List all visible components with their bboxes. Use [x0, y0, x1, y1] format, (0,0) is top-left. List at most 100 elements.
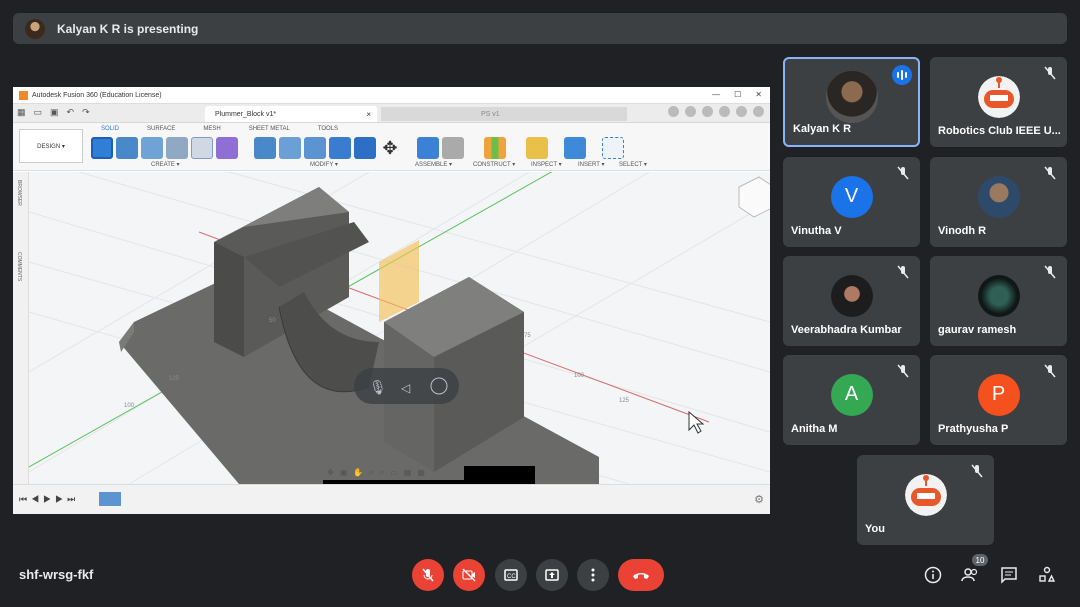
- new-component-icon[interactable]: [417, 137, 439, 159]
- presenting-banner: Kalyan K R is presenting: [13, 13, 1067, 44]
- group-inspect[interactable]: INSPECT ▾: [531, 161, 562, 168]
- chamfer-icon[interactable]: [304, 137, 326, 159]
- participant-tile[interactable]: gaurav ramesh: [930, 256, 1067, 346]
- redo-icon[interactable]: ↷: [82, 107, 90, 118]
- fillet-icon[interactable]: [279, 137, 301, 159]
- viewports-icon[interactable]: ▦: [417, 468, 425, 480]
- chat-button[interactable]: [999, 565, 1019, 585]
- undo-icon[interactable]: ↶: [67, 107, 75, 118]
- self-tile[interactable]: You: [857, 455, 994, 545]
- participant-tile[interactable]: V Vinutha V: [783, 157, 920, 247]
- chat-icon: [1001, 567, 1017, 584]
- fusion-titlebar: Autodesk Fusion 360 (Education License) …: [13, 87, 770, 104]
- insert-image-icon[interactable]: [564, 137, 586, 159]
- tab-close-icon[interactable]: ×: [366, 110, 371, 119]
- camera-toggle-button[interactable]: [453, 559, 485, 591]
- tab-solid[interactable]: SOLID: [101, 126, 119, 132]
- user-avatar-icon[interactable]: [753, 106, 764, 117]
- captions-icon: CC: [504, 569, 518, 581]
- 3d-viewport[interactable]: 100 125 50 75 100 125 🎙 ◁: [29, 172, 770, 484]
- minimize-icon[interactable]: —: [712, 90, 720, 99]
- save-icon[interactable]: ▣: [50, 107, 59, 118]
- zoom-icon[interactable]: ⌕: [369, 468, 373, 480]
- timeline-controls[interactable]: ⏮◀▶▶⏭: [19, 494, 79, 505]
- construct-plane-icon[interactable]: [484, 137, 506, 159]
- joint-icon[interactable]: [442, 137, 464, 159]
- file-icon[interactable]: ▭: [34, 107, 43, 118]
- tab-tools[interactable]: TOOLS: [318, 126, 338, 132]
- orbit-icon[interactable]: ✥: [327, 468, 334, 480]
- participant-tile[interactable]: A Anitha M: [783, 355, 920, 445]
- captions-button[interactable]: CC: [495, 559, 527, 591]
- dim-label: 100: [574, 373, 585, 379]
- participant-tile[interactable]: P Prathyusha P: [930, 355, 1067, 445]
- participant-tile[interactable]: Vinodh R: [930, 157, 1067, 247]
- present-icon: [545, 569, 559, 581]
- close-window-icon[interactable]: ✕: [755, 90, 762, 99]
- camera-off-icon: [462, 568, 476, 582]
- create-sketch-icon[interactable]: [91, 137, 113, 159]
- group-modify[interactable]: MODIFY ▾: [310, 161, 338, 168]
- tab-plummer-block[interactable]: Plummer_Block v1* ×: [205, 106, 377, 122]
- fit-icon[interactable]: ⌕: [380, 468, 384, 480]
- revolve-icon[interactable]: [141, 137, 163, 159]
- workspace-selector[interactable]: DESIGN ▾: [19, 129, 83, 163]
- group-construct[interactable]: CONSTRUCT ▾: [473, 161, 515, 168]
- help-icon[interactable]: [736, 106, 747, 117]
- timeline-feature-icon[interactable]: [99, 492, 121, 506]
- group-create[interactable]: CREATE ▾: [151, 161, 180, 168]
- speaking-indicator-icon: [892, 65, 912, 85]
- participant-tile[interactable]: Robotics Club IEEE U...: [930, 57, 1067, 147]
- grid-menu-icon[interactable]: ▦: [17, 107, 26, 118]
- group-select[interactable]: SELECT ▾: [619, 161, 647, 168]
- move-icon[interactable]: ✥: [379, 137, 401, 159]
- pan-icon[interactable]: ✋: [353, 468, 363, 480]
- fusion-logo-icon: [19, 90, 28, 100]
- shell-icon[interactable]: [329, 137, 351, 159]
- mic-off-icon: [1044, 166, 1056, 180]
- timeline-settings-icon[interactable]: ⚙: [754, 493, 764, 506]
- measure-icon[interactable]: [526, 137, 548, 159]
- participant-tile[interactable]: Veerabhadra Kumbar: [783, 256, 920, 346]
- form-icon[interactable]: [216, 137, 238, 159]
- browser-label[interactable]: BROWSER: [16, 180, 22, 206]
- display-settings-icon[interactable]: ▭: [390, 468, 398, 480]
- tab-surface[interactable]: SURFACE: [147, 126, 175, 132]
- extensions-icon[interactable]: [702, 106, 713, 117]
- extrude-icon[interactable]: [116, 137, 138, 159]
- look-at-icon[interactable]: ▣: [340, 468, 348, 480]
- meeting-details-button[interactable]: [923, 565, 943, 585]
- end-call-button[interactable]: [618, 559, 664, 591]
- more-options-button[interactable]: [577, 559, 609, 591]
- maximize-icon[interactable]: ☐: [734, 90, 741, 99]
- participant-name: gaurav ramesh: [938, 324, 1017, 336]
- participant-name: Robotics Club IEEE U...: [938, 125, 1061, 137]
- more-icon: [591, 568, 595, 582]
- press-pull-icon[interactable]: [254, 137, 276, 159]
- viewcube-icon[interactable]: [738, 176, 770, 218]
- tab-mesh[interactable]: MESH: [203, 126, 220, 132]
- box-select-icon[interactable]: [191, 137, 213, 159]
- viewport-canvas[interactable]: 100 125 50 75 100 125 🎙 ◁: [29, 172, 770, 484]
- combine-icon[interactable]: [354, 137, 376, 159]
- group-insert[interactable]: INSERT ▾: [578, 161, 604, 168]
- job-status-icon[interactable]: [685, 106, 696, 117]
- participant-tile[interactable]: Kalyan K R: [783, 57, 920, 147]
- shared-screen[interactable]: Autodesk Fusion 360 (Education License) …: [13, 87, 770, 514]
- comments-label[interactable]: COMMENTS: [16, 252, 22, 281]
- grid-settings-icon[interactable]: ▦: [404, 468, 412, 480]
- hole-icon[interactable]: [166, 137, 188, 159]
- add-tab-icon[interactable]: [668, 106, 679, 117]
- notification-icon[interactable]: [719, 106, 730, 117]
- select-icon[interactable]: [602, 137, 624, 159]
- mic-off-icon: [1044, 364, 1056, 378]
- group-assemble[interactable]: ASSEMBLE ▾: [415, 161, 452, 168]
- tab-sheet-metal[interactable]: SHEET METAL: [249, 126, 290, 132]
- info-icon: [924, 566, 942, 584]
- tab-ps[interactable]: PS v1: [381, 107, 627, 121]
- present-button[interactable]: [536, 559, 568, 591]
- people-button[interactable]: [960, 565, 980, 585]
- mic-off-icon: [1044, 265, 1056, 279]
- mic-toggle-button[interactable]: [412, 559, 444, 591]
- activities-button[interactable]: [1037, 565, 1057, 585]
